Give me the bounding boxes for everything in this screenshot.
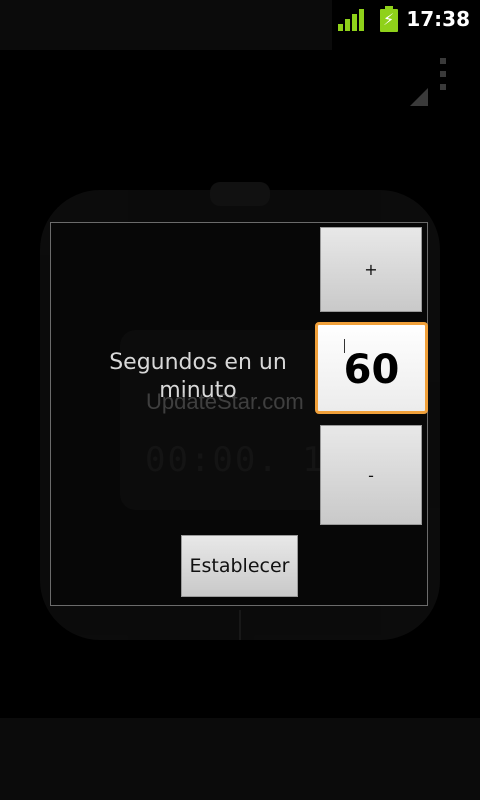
set-button[interactable]: Establecer bbox=[181, 535, 298, 597]
overflow-menu-icon[interactable] bbox=[438, 58, 448, 92]
text-cursor bbox=[344, 339, 345, 353]
app-screen: ⚡ 17:38 00:00. 10.0 Segundos en un minut… bbox=[0, 0, 480, 800]
stopwatch-crown bbox=[210, 182, 270, 206]
resize-corner-icon bbox=[410, 88, 428, 106]
seconds-dialog: Segundos en un minuto + 60 - Establecer … bbox=[50, 222, 428, 606]
bottom-bar bbox=[0, 718, 480, 800]
signal-bars-icon bbox=[338, 9, 364, 31]
seconds-input[interactable]: 60 bbox=[315, 322, 428, 414]
stopwatch-stem bbox=[239, 610, 241, 640]
decrement-button[interactable]: - bbox=[320, 425, 422, 525]
status-bar: ⚡ 17:38 bbox=[0, 0, 480, 50]
watermark: UpdateStar.com bbox=[146, 389, 304, 414]
seconds-value: 60 bbox=[343, 347, 400, 393]
increment-button[interactable]: + bbox=[320, 227, 422, 312]
notification-area bbox=[0, 0, 332, 50]
battery-charging-icon: ⚡ bbox=[380, 6, 398, 32]
status-clock: 17:38 bbox=[406, 7, 470, 31]
